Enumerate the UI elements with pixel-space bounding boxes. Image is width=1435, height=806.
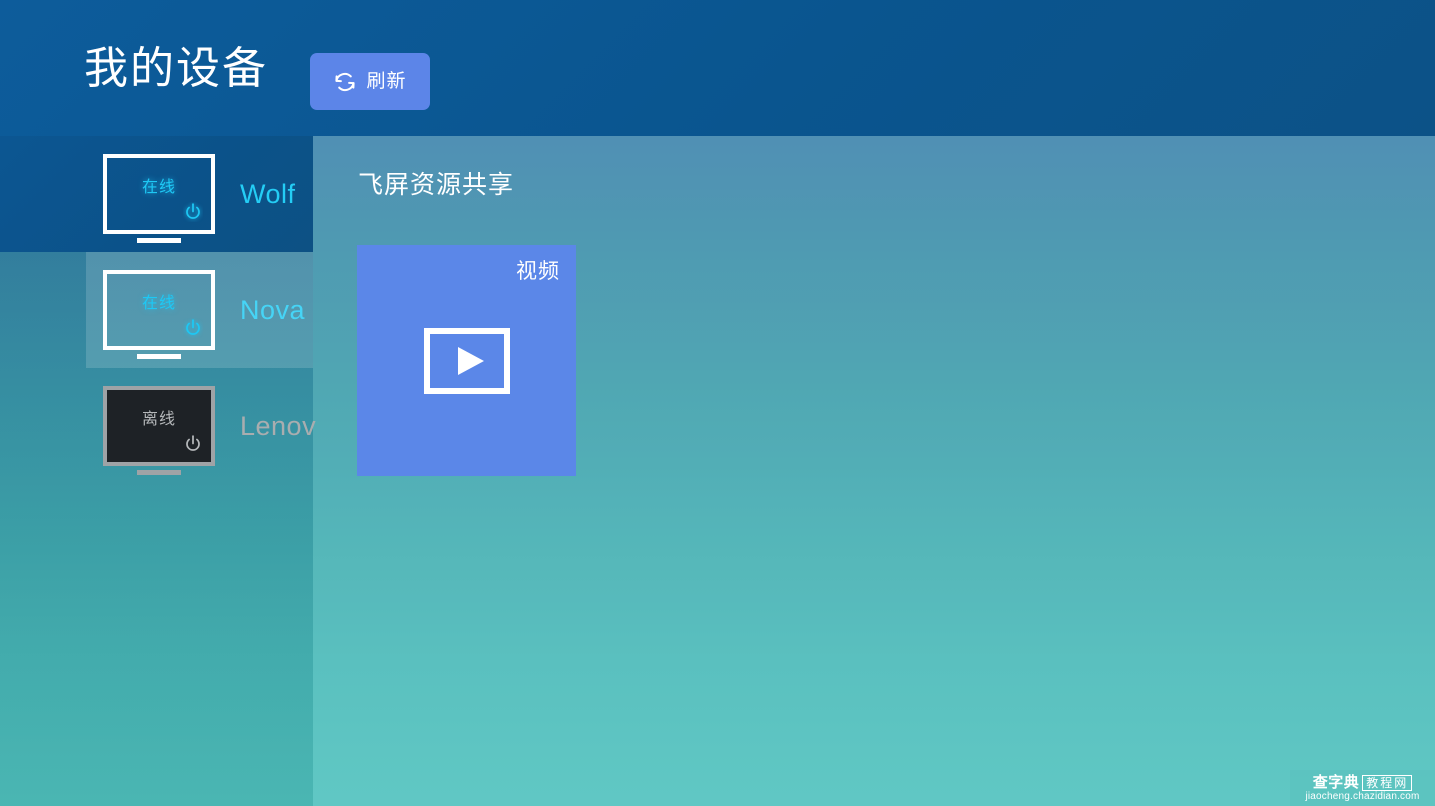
watermark: 查字典 教程网 jiaocheng.chazidian.com — [1290, 770, 1435, 806]
refresh-icon — [333, 70, 357, 94]
refresh-button-label: 刷新 — [366, 71, 407, 92]
section-title: 飞屏资源共享 — [358, 171, 515, 199]
monitor-stand — [137, 238, 181, 243]
device-row-nova[interactable]: 在线 Nova — [0, 252, 313, 368]
watermark-badge: 教程网 — [1362, 774, 1413, 791]
watermark-brand: 查字典 — [1312, 774, 1360, 791]
resource-grid: 视频 — [357, 245, 576, 476]
monitor-icon: 离线 — [103, 386, 215, 475]
device-row-lenov[interactable]: 离线 Lenov — [0, 368, 317, 484]
page-title: 我的设备 — [84, 44, 268, 93]
device-row-wolf[interactable]: 在线 Wolf — [0, 136, 313, 252]
monitor-icon: 在线 — [103, 270, 215, 359]
app-root: 我的设备 刷新 在线 Wolf 在线 Nova 离线 Lenov 飞屏资源共享 … — [0, 0, 1435, 806]
resource-card-label: 视频 — [516, 260, 560, 283]
device-status-label: 在线 — [141, 295, 177, 312]
device-name: Lenov — [240, 410, 317, 441]
watermark-url: jiaocheng.chazidian.com — [1305, 790, 1420, 802]
resource-card-video[interactable]: 视频 — [357, 245, 576, 476]
device-name: Nova — [240, 294, 306, 325]
device-status-label: 离线 — [141, 411, 177, 428]
device-list: 在线 Wolf 在线 Nova 离线 Lenov — [0, 136, 317, 806]
monitor-stand — [137, 470, 181, 475]
device-status-label: 在线 — [141, 179, 177, 196]
monitor-stand — [137, 354, 181, 359]
device-name: Wolf — [240, 178, 296, 209]
monitor-icon: 在线 — [103, 154, 215, 243]
refresh-button[interactable]: 刷新 — [310, 53, 430, 110]
watermark-top: 查字典 教程网 — [1312, 774, 1413, 791]
